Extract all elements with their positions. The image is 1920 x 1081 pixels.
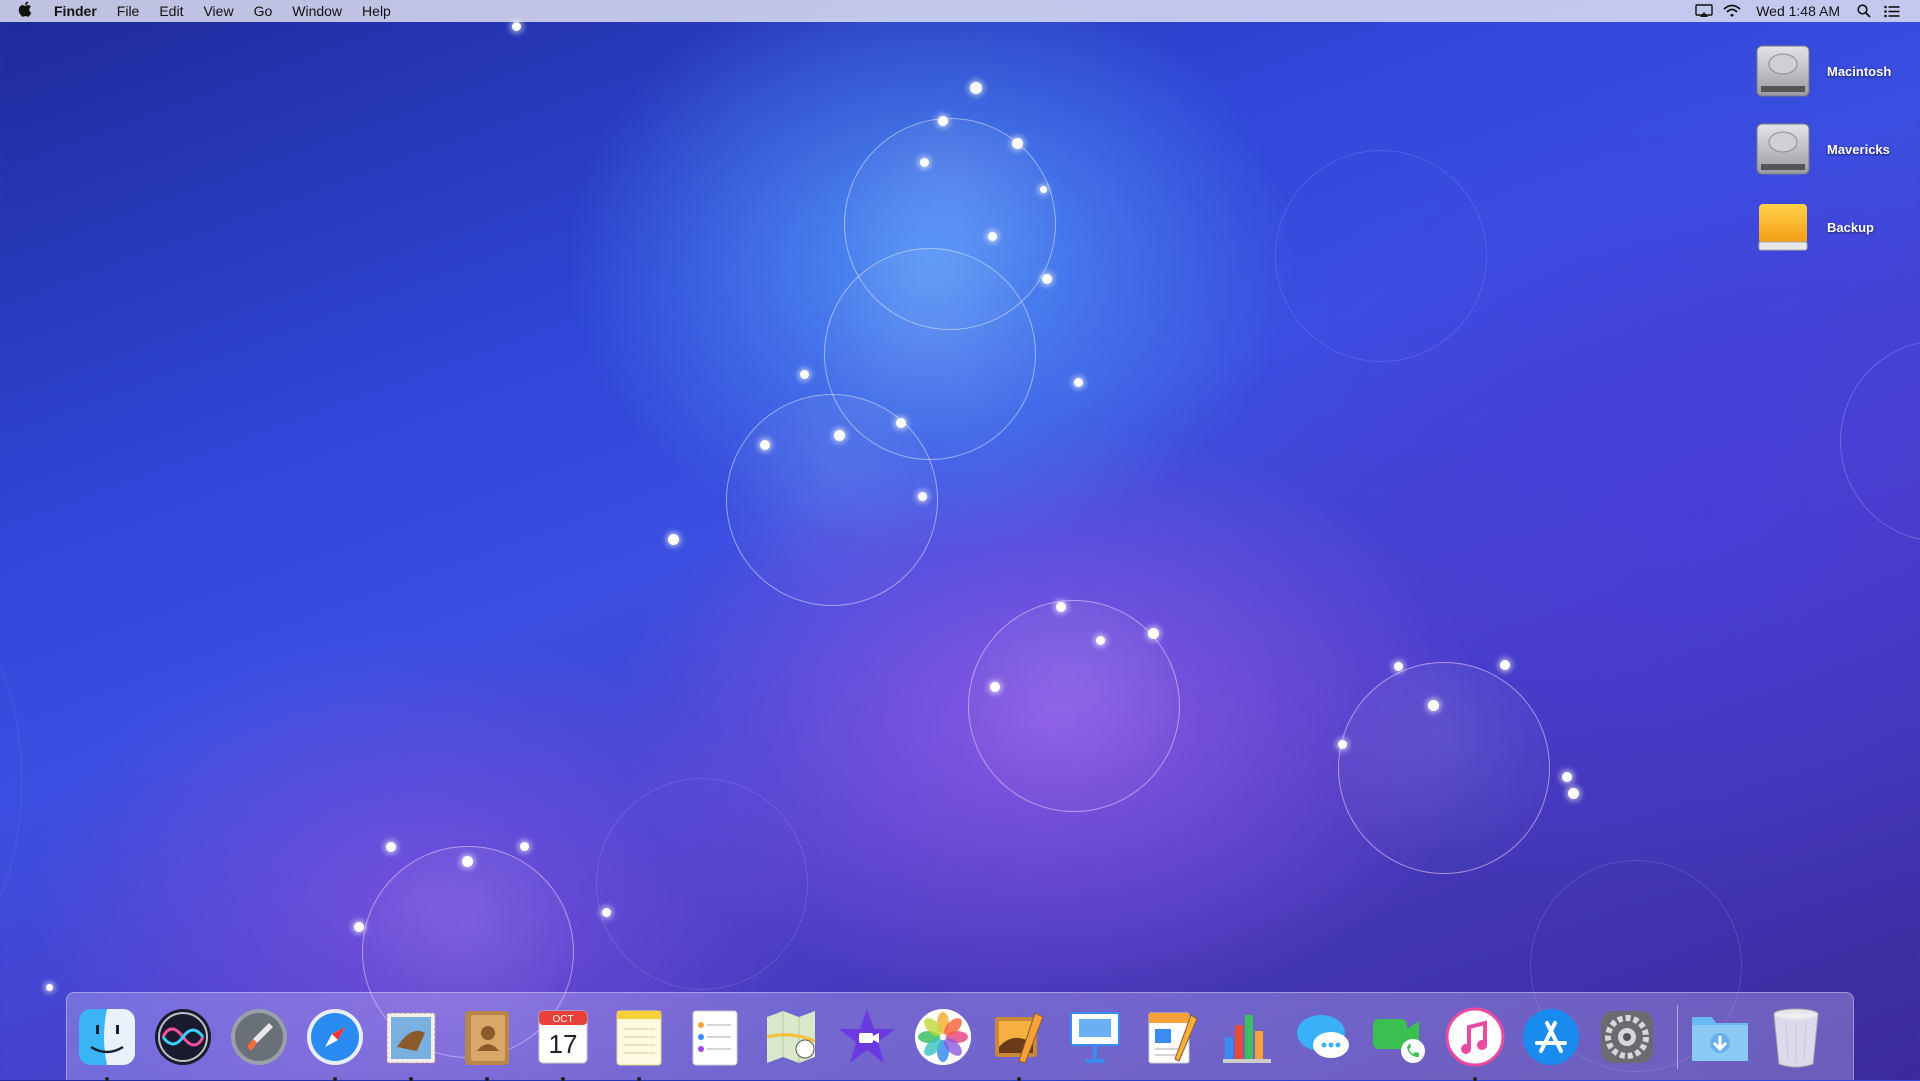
notification-center-icon[interactable] xyxy=(1878,5,1906,18)
facetime-icon xyxy=(1373,1018,1425,1063)
dock-item-siri[interactable] xyxy=(151,1005,215,1069)
trash-icon xyxy=(1773,1008,1819,1067)
dock-item-itunes[interactable] xyxy=(1443,1005,1507,1081)
menu-bar: Finder File Edit View Go Window Help Wed… xyxy=(0,0,1920,22)
contacts-icon xyxy=(465,1010,509,1065)
reminders-icon xyxy=(692,1010,738,1065)
siri-icon xyxy=(155,1008,211,1065)
downloads-folder-icon xyxy=(1692,1016,1748,1061)
dock-item-facetime[interactable] xyxy=(1367,1005,1431,1069)
drive-label: Backup xyxy=(1827,219,1874,235)
dock-item-calendar[interactable]: OCT 17 xyxy=(531,1005,595,1081)
itunes-icon xyxy=(1445,1007,1505,1066)
image-capture-icon xyxy=(995,1011,1044,1064)
dock-item-numbers[interactable] xyxy=(1215,1005,1279,1069)
app-menu-finder[interactable]: Finder xyxy=(50,0,107,22)
calendar-month: OCT xyxy=(552,1014,573,1025)
menu-file[interactable]: File xyxy=(107,0,150,22)
menu-view[interactable]: View xyxy=(193,0,243,22)
calendar-day: 17 xyxy=(549,1029,578,1059)
dock-item-mail[interactable] xyxy=(379,1005,443,1081)
dock-item-image-capture[interactable] xyxy=(987,1005,1051,1081)
dock-item-app-store[interactable] xyxy=(1519,1005,1583,1069)
menu-help[interactable]: Help xyxy=(352,0,401,22)
dock-item-photos[interactable] xyxy=(911,1005,975,1069)
menu-window[interactable]: Window xyxy=(282,0,352,22)
dock-item-messages[interactable] xyxy=(1291,1005,1355,1069)
calendar-icon: OCT 17 xyxy=(538,1010,588,1063)
spotlight-search-icon[interactable] xyxy=(1850,4,1878,18)
wifi-icon[interactable] xyxy=(1718,4,1746,18)
dock-item-launchpad[interactable] xyxy=(227,1005,291,1069)
numbers-icon xyxy=(1223,1014,1271,1063)
system-preferences-icon xyxy=(1601,1010,1653,1063)
dock-item-imovie[interactable] xyxy=(835,1005,899,1069)
dock-item-finder[interactable] xyxy=(75,1005,139,1081)
menu-go[interactable]: Go xyxy=(244,0,283,22)
drive-label: Macintosh xyxy=(1827,63,1892,79)
pages-icon xyxy=(1148,1012,1198,1063)
hard-drive-icon xyxy=(1755,120,1811,178)
dock-separator xyxy=(1677,1004,1678,1069)
maps-icon xyxy=(766,1010,816,1063)
menu-edit[interactable]: Edit xyxy=(149,0,193,22)
apple-menu-icon[interactable] xyxy=(0,1,50,22)
safari-icon xyxy=(307,1008,363,1065)
drive-label: Mavericks xyxy=(1827,141,1890,157)
notes-icon xyxy=(616,1010,662,1065)
launchpad-icon xyxy=(231,1008,287,1065)
dock: OCT 17 xyxy=(66,992,1854,1081)
messages-icon xyxy=(1297,1014,1349,1058)
finder-icon xyxy=(79,1008,135,1065)
desktop-drive-mavericks[interactable]: Mavericks xyxy=(1755,110,1900,188)
dock-item-keynote[interactable] xyxy=(1063,1005,1127,1069)
airplay-icon[interactable] xyxy=(1690,4,1718,18)
desktop-icons: Macintosh Mavericks Backup xyxy=(1755,32,1900,266)
desktop-drive-backup[interactable]: Backup xyxy=(1755,188,1900,266)
menu-clock[interactable]: Wed 1:48 AM xyxy=(1746,3,1850,19)
dock-item-contacts[interactable] xyxy=(455,1005,519,1081)
dock-item-reminders[interactable] xyxy=(683,1005,747,1069)
external-drive-icon xyxy=(1755,198,1811,256)
dock-item-notes[interactable] xyxy=(607,1005,671,1081)
dock-item-pages[interactable] xyxy=(1139,1005,1203,1069)
dock-stack-downloads[interactable] xyxy=(1688,1005,1752,1069)
imovie-icon xyxy=(839,1008,895,1063)
dock-item-safari[interactable] xyxy=(303,1005,367,1081)
dock-stack-trash[interactable] xyxy=(1764,1005,1828,1069)
keynote-icon xyxy=(1070,1011,1120,1063)
mail-icon xyxy=(386,1012,436,1063)
dock-item-maps[interactable] xyxy=(759,1005,823,1069)
dock-item-system-preferences[interactable] xyxy=(1595,1005,1659,1069)
desktop-drive-macintosh[interactable]: Macintosh xyxy=(1755,32,1900,110)
app-store-icon xyxy=(1523,1008,1579,1065)
hard-drive-icon xyxy=(1755,42,1811,100)
photos-icon xyxy=(915,1008,971,1065)
